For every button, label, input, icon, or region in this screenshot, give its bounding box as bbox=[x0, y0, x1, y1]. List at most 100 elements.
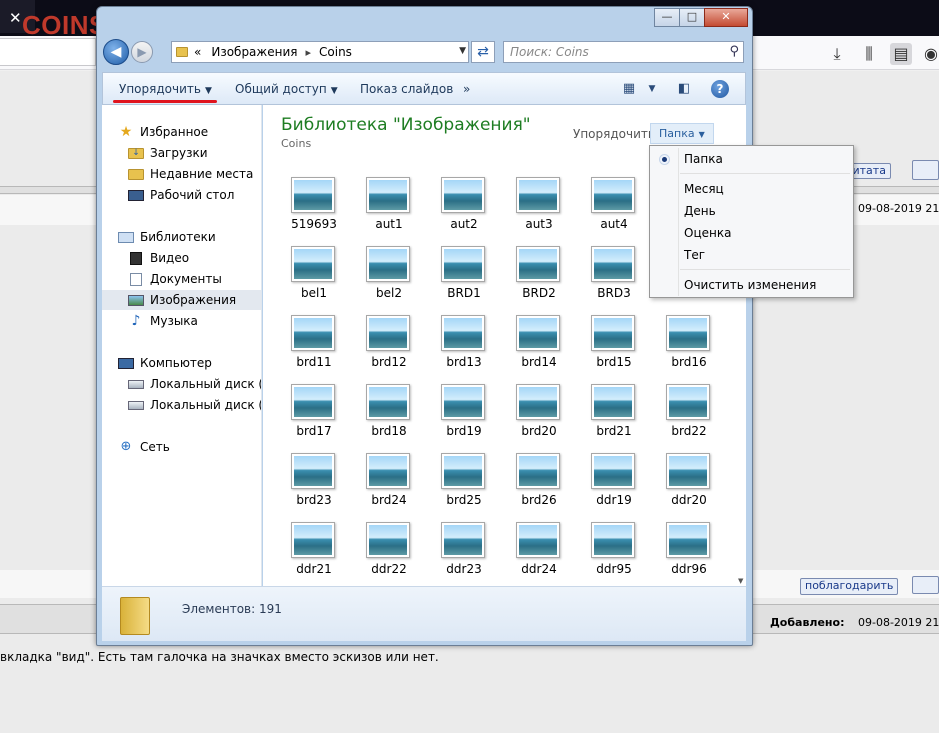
minimize-button[interactable]: — bbox=[654, 8, 680, 27]
slideshow-button[interactable]: Показ слайдов bbox=[360, 82, 453, 96]
view-dropdown-icon[interactable]: ▼ bbox=[643, 80, 661, 98]
reply-icon-button[interactable] bbox=[912, 576, 939, 594]
image-thumbnail-icon bbox=[591, 453, 635, 489]
file-item[interactable]: aut1 bbox=[354, 177, 424, 237]
nav-local-c[interactable]: Локальный диск (C bbox=[102, 374, 261, 394]
file-item[interactable]: ddr23 bbox=[429, 522, 499, 582]
nav-documents[interactable]: Документы bbox=[102, 269, 261, 289]
image-thumbnail-icon bbox=[516, 246, 560, 282]
address-dropdown-icon[interactable]: ▼ bbox=[459, 46, 466, 56]
file-name: ddr19 bbox=[596, 493, 632, 507]
nav-libraries[interactable]: Библиотеки bbox=[102, 227, 261, 247]
image-thumbnail-icon bbox=[441, 522, 485, 558]
file-item[interactable]: aut4 bbox=[579, 177, 649, 237]
scroll-down-icon[interactable]: ▼ bbox=[738, 577, 743, 585]
file-item[interactable]: ddr22 bbox=[354, 522, 424, 582]
menu-item-label: Оценка bbox=[684, 226, 732, 240]
nav-desktop[interactable]: Рабочий стол bbox=[102, 185, 261, 205]
download-icon[interactable]: ⤓ bbox=[826, 43, 848, 65]
menu-item-month[interactable]: Месяц bbox=[652, 179, 851, 199]
file-item[interactable]: 519693 bbox=[279, 177, 349, 237]
quote-icon-button[interactable] bbox=[912, 160, 939, 180]
file-item[interactable]: brd20 bbox=[504, 384, 574, 444]
image-thumbnail-icon bbox=[441, 177, 485, 213]
search-icon[interactable]: ⚲ bbox=[729, 44, 739, 59]
help-icon[interactable]: ? bbox=[711, 80, 729, 98]
file-item[interactable]: brd26 bbox=[504, 453, 574, 513]
menu-item-tag[interactable]: Тег bbox=[652, 245, 851, 265]
image-thumbnail-icon bbox=[516, 522, 560, 558]
organize-menu[interactable]: Упорядочить ▼ bbox=[119, 82, 212, 96]
menu-item-rating[interactable]: Оценка bbox=[652, 223, 851, 243]
drive-icon bbox=[128, 400, 144, 410]
file-item[interactable]: BRD1 bbox=[429, 246, 499, 306]
forward-button[interactable]: ▶ bbox=[131, 41, 153, 63]
file-item[interactable]: brd13 bbox=[429, 315, 499, 375]
menu-item-folder[interactable]: Папка bbox=[652, 149, 851, 169]
file-item[interactable]: bel1 bbox=[279, 246, 349, 306]
nav-recent[interactable]: Недавние места bbox=[102, 164, 261, 184]
preview-pane-icon[interactable]: ◧ bbox=[675, 80, 693, 98]
more-commands-button[interactable]: » bbox=[463, 82, 470, 96]
nav-images[interactable]: Изображения bbox=[102, 290, 261, 310]
back-button[interactable]: ◀ bbox=[103, 39, 129, 65]
address-overflow[interactable]: « bbox=[194, 45, 201, 59]
nav-local-d[interactable]: Локальный диск (D bbox=[102, 395, 261, 415]
file-item[interactable]: brd23 bbox=[279, 453, 349, 513]
tab-close-icon[interactable]: ✕ bbox=[9, 9, 22, 27]
library-icon[interactable]: ⫼ bbox=[858, 43, 880, 65]
address-separator[interactable]: ▸ bbox=[305, 46, 311, 59]
maximize-button[interactable]: □ bbox=[679, 8, 705, 27]
share-menu[interactable]: Общий доступ ▼ bbox=[235, 82, 338, 96]
file-item[interactable]: brd22 bbox=[654, 384, 724, 444]
nav-computer[interactable]: Компьютер bbox=[102, 353, 261, 373]
nav-video[interactable]: Видео bbox=[102, 248, 261, 268]
file-item[interactable]: ddr21 bbox=[279, 522, 349, 582]
star-icon: ★ bbox=[119, 124, 133, 140]
nav-downloads[interactable]: ↓ Загрузки bbox=[102, 143, 261, 163]
file-item[interactable]: brd19 bbox=[429, 384, 499, 444]
arrange-by-dropdown[interactable]: Папка ▼ bbox=[650, 123, 714, 144]
file-item[interactable]: ddr95 bbox=[579, 522, 649, 582]
nav-network[interactable]: ⊕ Сеть bbox=[102, 437, 261, 457]
file-item[interactable]: aut2 bbox=[429, 177, 499, 237]
file-item[interactable]: ddr20 bbox=[654, 453, 724, 513]
file-item[interactable]: brd14 bbox=[504, 315, 574, 375]
refresh-button[interactable]: ⇄ bbox=[471, 41, 495, 63]
file-name: BRD1 bbox=[447, 286, 481, 300]
file-item[interactable]: brd15 bbox=[579, 315, 649, 375]
thanks-button[interactable]: поблагодарить bbox=[800, 578, 899, 595]
close-button[interactable]: ✕ bbox=[704, 8, 748, 27]
file-item[interactable]: brd24 bbox=[354, 453, 424, 513]
menu-item-clear-changes[interactable]: Очистить изменения bbox=[652, 275, 851, 295]
address-segment-coins[interactable]: Coins bbox=[319, 45, 352, 59]
browser-url-field[interactable] bbox=[0, 38, 96, 66]
file-item[interactable]: bel2 bbox=[354, 246, 424, 306]
account-icon[interactable]: ◉ bbox=[920, 43, 939, 65]
file-item[interactable]: aut3 bbox=[504, 177, 574, 237]
search-input[interactable] bbox=[510, 45, 710, 59]
file-item[interactable]: ddr24 bbox=[504, 522, 574, 582]
reader-view-icon[interactable]: ▤ bbox=[890, 43, 912, 65]
menu-item-label: Очистить изменения bbox=[684, 278, 817, 292]
file-item[interactable]: BRD2 bbox=[504, 246, 574, 306]
file-item[interactable]: ddr96 bbox=[654, 522, 724, 582]
image-thumbnail-icon bbox=[441, 246, 485, 282]
menu-item-day[interactable]: День bbox=[652, 201, 851, 221]
file-item[interactable]: brd12 bbox=[354, 315, 424, 375]
address-segment-images[interactable]: Изображения bbox=[211, 45, 297, 59]
file-item[interactable]: brd16 bbox=[654, 315, 724, 375]
image-thumbnail-icon bbox=[591, 315, 635, 351]
address-bar[interactable]: « Изображения ▸ Coins ▼ bbox=[171, 41, 469, 63]
file-item[interactable]: brd25 bbox=[429, 453, 499, 513]
file-item[interactable]: brd21 bbox=[579, 384, 649, 444]
file-item[interactable]: brd18 bbox=[354, 384, 424, 444]
file-item[interactable]: brd11 bbox=[279, 315, 349, 375]
nav-music[interactable]: ♪ Музыка bbox=[102, 311, 261, 331]
nav-favorites[interactable]: ★ Избранное bbox=[102, 122, 261, 142]
view-options-icon[interactable]: ▦ bbox=[620, 80, 638, 98]
file-item[interactable]: brd17 bbox=[279, 384, 349, 444]
file-item[interactable]: ddr19 bbox=[579, 453, 649, 513]
search-box[interactable]: ⚲ bbox=[503, 41, 744, 63]
file-item[interactable]: BRD3 bbox=[579, 246, 649, 306]
